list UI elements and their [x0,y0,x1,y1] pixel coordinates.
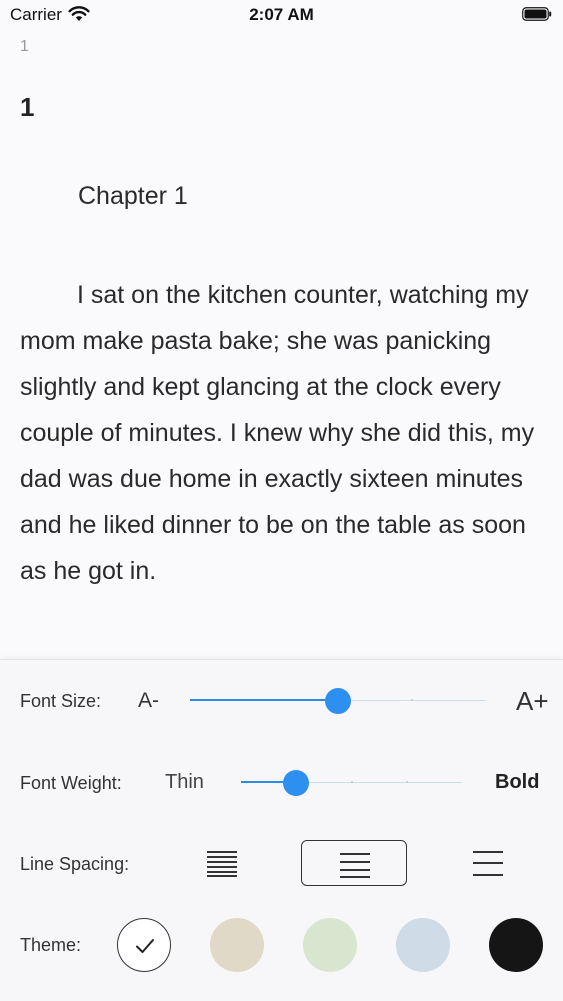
chapter-number: 1 [20,92,35,122]
status-time: 2:07 AM [249,5,314,24]
theme-green-swatch[interactable] [303,918,357,972]
increase-font-button[interactable]: A+ [516,686,549,717]
normal-spacing-icon [340,851,370,878]
slider-tick [350,781,353,783]
decrease-font-button[interactable]: A- [138,689,159,713]
battery-icon [522,7,552,21]
checkmark-icon [136,939,154,953]
line-spacing-wide-button[interactable] [435,840,541,886]
slider-thumb[interactable] [325,688,351,714]
theme-black-swatch[interactable] [489,918,543,972]
font-size-label: Font Size: [20,691,102,711]
thin-weight-button[interactable]: Thin [165,771,204,794]
font-size-slider[interactable] [190,686,486,716]
font-weight-label: Font Weight: [20,773,122,793]
status-bar: Carrier 2:07 AM [0,0,563,30]
slider-fill [190,699,338,701]
slider-tick [405,781,408,783]
wide-spacing-icon [473,850,503,876]
line-spacing-compact-button[interactable] [169,840,275,886]
theme-blue-swatch[interactable] [396,918,450,972]
page-number: 1 [20,38,29,55]
font-weight-slider[interactable] [241,768,462,798]
slider-thumb[interactable] [283,770,310,796]
line-spacing-label: Line Spacing: [20,854,130,874]
theme-sepia-swatch[interactable] [210,918,264,972]
compact-spacing-icon [207,850,237,877]
theme-label: Theme: [20,935,82,955]
slider-tick [411,699,413,701]
line-spacing-normal-button[interactable] [301,840,407,886]
theme-white-swatch[interactable] [117,918,171,972]
bold-weight-button[interactable]: Bold [495,771,539,794]
chapter-title: Chapter 1 [78,182,188,210]
chapter-paragraph: I sat on the kitchen counter, watching m… [20,281,535,585]
